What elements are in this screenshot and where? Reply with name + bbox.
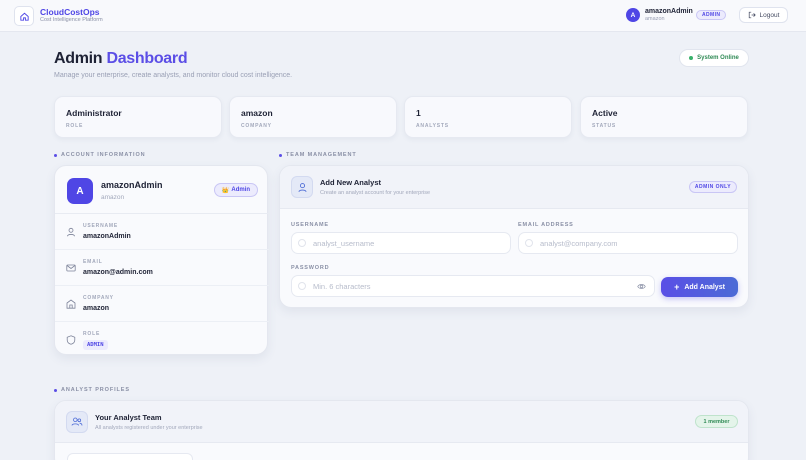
- password-input[interactable]: [291, 275, 655, 297]
- system-status-text: System Online: [697, 55, 739, 61]
- plus-icon: +: [674, 281, 680, 292]
- add-analyst-subtitle: Create an analyst account for your enter…: [320, 190, 431, 196]
- account-org: amazon: [101, 194, 125, 201]
- user-icon: [67, 227, 75, 237]
- building-icon: [66, 299, 76, 309]
- add-analyst-title: Add New Analyst: [320, 178, 381, 187]
- account-role-badge: 👑 Admin: [214, 183, 258, 197]
- account-field-role: ROLE ADMIN: [55, 322, 269, 358]
- page-title: Admin Dashboard: [54, 50, 188, 68]
- add-analyst-button[interactable]: + Add Analyst: [661, 277, 738, 297]
- add-user-icon: [291, 176, 313, 198]
- user-plus-icon: [298, 182, 306, 192]
- username-field-icon: [298, 239, 306, 247]
- account-badge-label: Admin: [231, 187, 251, 193]
- role-chip: ADMIN: [83, 340, 108, 350]
- field-value: amazon: [83, 305, 110, 312]
- stat-value: amazon: [241, 108, 273, 118]
- crown-icon: 👑: [221, 187, 230, 194]
- field-label: USERNAME: [83, 223, 119, 229]
- account-avatar: A: [67, 178, 93, 204]
- stat-label: STATUS: [592, 123, 617, 129]
- analyst-team-subtitle: All analysts registered under your enter…: [95, 425, 203, 431]
- user-role-badge: ADMIN: [696, 10, 727, 20]
- logout-button[interactable]: Logout: [739, 7, 788, 23]
- stat-card-status: Active STATUS: [580, 96, 748, 138]
- shield-icon: [66, 335, 76, 345]
- section-dot: [54, 153, 57, 157]
- section-label-text: ANALYST PROFILES: [61, 387, 130, 393]
- account-name: amazonAdmin: [101, 180, 163, 190]
- user-name: amazonAdmin: [645, 8, 693, 15]
- field-value: amazon@admin.com: [83, 269, 153, 276]
- logout-label: Logout: [759, 11, 780, 19]
- add-analyst-button-label: Add Analyst: [684, 283, 725, 291]
- section-label-team: TEAM MANAGEMENT: [279, 152, 357, 158]
- stat-card-role: Administrator ROLE: [54, 96, 222, 138]
- section-dot: [279, 153, 282, 157]
- field-label: ROLE: [83, 331, 101, 337]
- analyst-profiles-header: Your Analyst Team All analysts registere…: [55, 401, 748, 443]
- section-label-text: TEAM MANAGEMENT: [286, 152, 357, 158]
- email-label: EMAIL ADDRESS: [518, 222, 574, 228]
- stat-label: COMPANY: [241, 123, 272, 129]
- stat-card-company: amazon COMPANY: [229, 96, 397, 138]
- username-input[interactable]: [291, 232, 511, 254]
- analyst-profile-item[interactable]: [67, 453, 193, 460]
- field-label: COMPANY: [83, 295, 114, 301]
- page-title-main: Admin: [54, 50, 103, 67]
- user-avatar[interactable]: A: [626, 8, 640, 22]
- email-field-icon: [525, 239, 533, 247]
- stat-value: Administrator: [66, 108, 122, 118]
- account-field-company: COMPANY amazon: [55, 286, 269, 322]
- top-navigation-bar: CloudCostOps Cost Intelligence Platform …: [0, 0, 806, 32]
- home-icon: [19, 12, 29, 21]
- member-count-badge: 1 member: [695, 415, 738, 428]
- field-value: amazonAdmin: [83, 233, 131, 240]
- stat-value: Active: [592, 108, 618, 118]
- account-field-username: USERNAME amazonAdmin: [55, 214, 269, 250]
- username-label: USERNAME: [291, 222, 329, 228]
- stat-value: 1: [416, 108, 421, 118]
- field-label: EMAIL: [83, 259, 103, 265]
- analyst-team-title: Your Analyst Team: [95, 413, 162, 422]
- stat-label: ANALYSTS: [416, 123, 449, 129]
- section-dot: [54, 388, 57, 392]
- analyst-profiles-card: Your Analyst Team All analysts registere…: [54, 400, 749, 460]
- eye-icon[interactable]: [637, 282, 646, 291]
- page-title-accent: Dashboard: [106, 50, 188, 67]
- stat-card-analysts: 1 ANALYSTS: [404, 96, 572, 138]
- brand-tagline: Cost Intelligence Platform: [40, 17, 103, 23]
- account-field-email: EMAIL amazon@admin.com: [55, 250, 269, 286]
- section-label-account: ACCOUNT INFORMATION: [54, 152, 146, 158]
- section-label-text: ACCOUNT INFORMATION: [61, 152, 146, 158]
- user-org: amazon: [645, 16, 665, 22]
- system-status-badge: System Online: [679, 49, 749, 67]
- users-icon: [71, 417, 83, 426]
- add-analyst-header: Add New Analyst Create an analyst accoun…: [280, 166, 748, 209]
- section-label-profiles: ANALYST PROFILES: [54, 387, 130, 393]
- password-label: PASSWORD: [291, 265, 330, 271]
- brand-name: CloudCostOps: [40, 7, 100, 17]
- stat-label: ROLE: [66, 123, 84, 129]
- team-icon: [66, 411, 88, 433]
- admin-only-badge: ADMIN ONLY: [689, 181, 737, 193]
- mail-icon: [66, 264, 76, 272]
- password-field-icon: [298, 282, 306, 290]
- add-analyst-card: Add New Analyst Create an analyst accoun…: [279, 165, 749, 308]
- email-input[interactable]: [518, 232, 738, 254]
- page-subtitle: Manage your enterprise, create analysts,…: [54, 72, 293, 79]
- home-logo-button[interactable]: [14, 6, 34, 26]
- logout-icon: [748, 11, 756, 19]
- status-dot: [689, 56, 694, 60]
- account-info-card: A amazonAdmin amazon 👑 Admin USERNAME am…: [54, 165, 269, 358]
